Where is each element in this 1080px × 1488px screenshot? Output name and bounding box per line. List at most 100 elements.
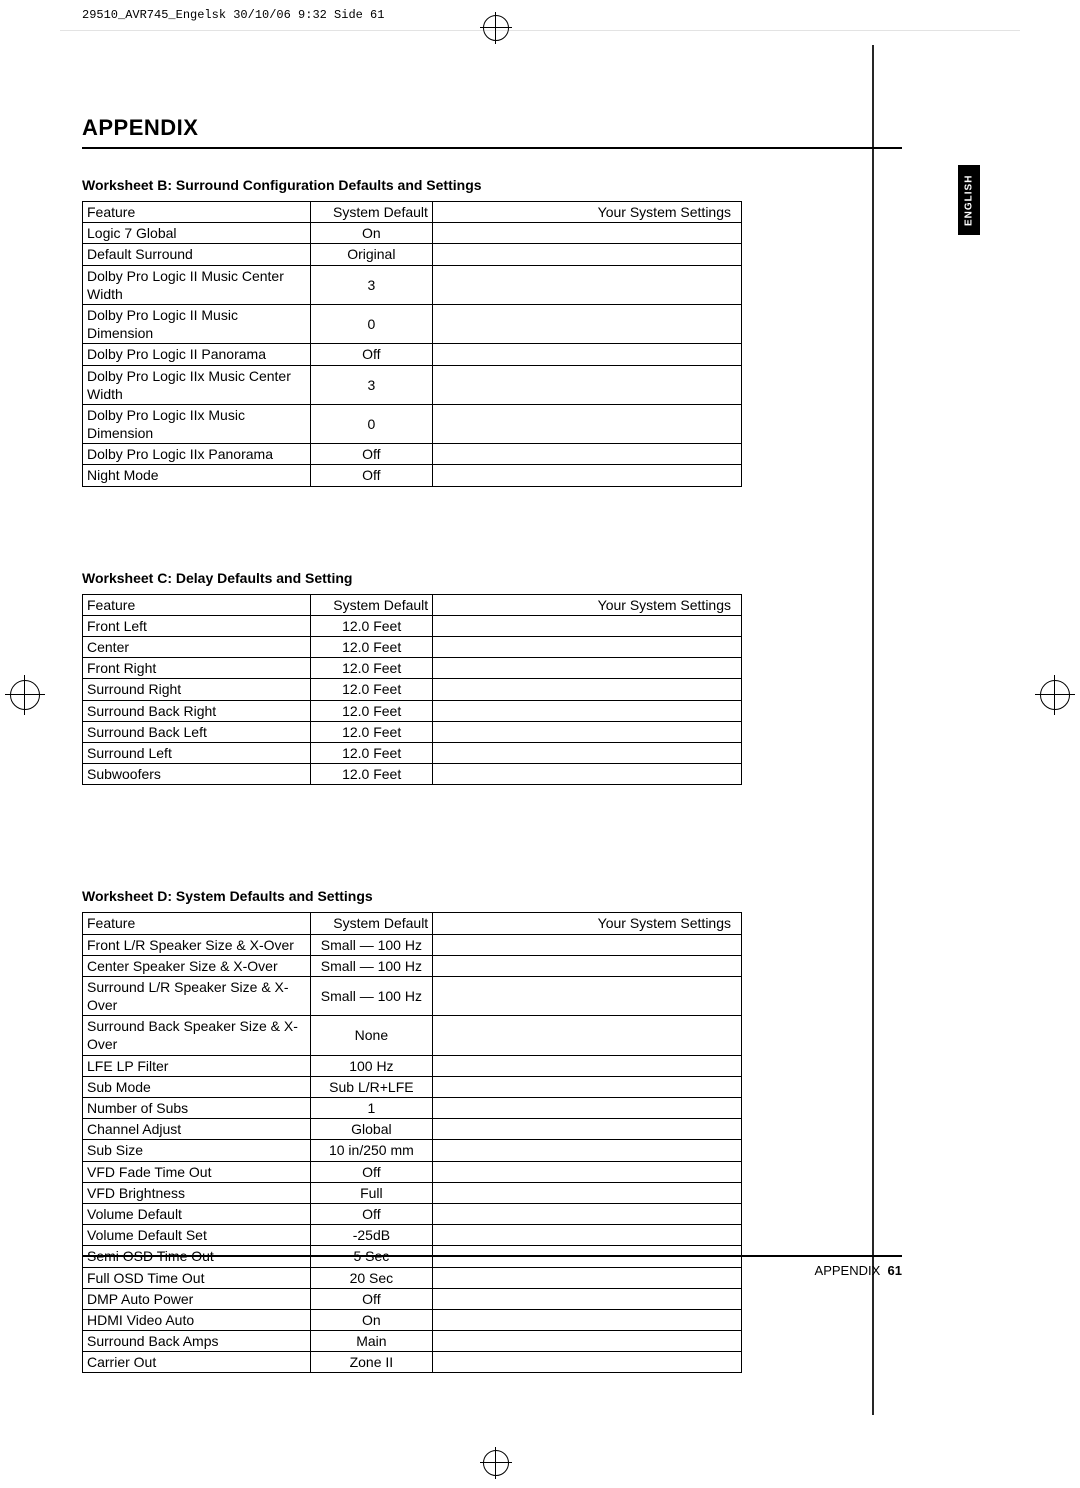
crop-mark-icon [483,1450,509,1476]
user-settings-cell [433,721,742,742]
table-row: Surround Right12.0 Feet [83,679,742,700]
user-settings-cell [432,404,741,443]
feature-cell: Surround Back Right [83,700,311,721]
feature-cell: Night Mode [83,465,311,486]
default-cell: 12.0 Feet [311,615,433,636]
header-default: System Default [310,202,432,223]
user-settings-cell [433,1140,742,1161]
print-metadata: 29510_AVR745_Engelsk 30/10/06 9:32 Side … [82,8,384,22]
user-settings-cell [433,615,742,636]
user-settings-cell [432,365,741,404]
worksheet-d-title: Worksheet D: System Defaults and Setting… [82,888,902,904]
footer-page-number-value: 61 [888,1263,902,1278]
feature-cell: VFD Brightness [83,1182,311,1203]
default-cell: 1 [310,1098,433,1119]
feature-cell: Dolby Pro Logic IIx Music Center Width [83,365,311,404]
user-settings-cell [433,1203,742,1224]
feature-cell: HDMI Video Auto [83,1309,311,1330]
default-cell: 12.0 Feet [311,764,433,785]
default-cell: On [310,1309,433,1330]
feature-cell: Surround Back Speaker Size & X-Over [83,1016,311,1055]
user-settings-cell [433,1076,742,1097]
user-settings-cell [433,658,742,679]
header-feature: Feature [83,202,311,223]
feature-cell: Channel Adjust [83,1119,311,1140]
user-settings-cell [433,700,742,721]
table-row: Dolby Pro Logic II Music Dimension0 [83,304,742,343]
table-header-row: Feature System Default Your System Setti… [83,594,742,615]
table-row: Night ModeOff [83,465,742,486]
default-cell: 12.0 Feet [311,742,433,763]
header-settings: Your System Settings [433,913,742,934]
crop-mark-icon [10,680,40,710]
default-cell: Off [310,465,432,486]
table-row: Dolby Pro Logic IIx Music Center Width3 [83,365,742,404]
table-row: Default SurroundOriginal [83,244,742,265]
user-settings-cell [433,1225,742,1246]
user-settings-cell [432,265,741,304]
table-row: Sub Size10 in/250 mm [83,1140,742,1161]
feature-cell: Surround Back Left [83,721,311,742]
table-row: Front Right12.0 Feet [83,658,742,679]
default-cell: Main [310,1331,433,1352]
feature-cell: VFD Fade Time Out [83,1161,311,1182]
default-cell: 3 [310,265,432,304]
default-cell: None [310,1016,433,1055]
default-cell: 100 Hz [310,1055,433,1076]
user-settings-cell [432,465,741,486]
table-row: Subwoofers12.0 Feet [83,764,742,785]
user-settings-cell [433,955,742,976]
table-row: Surround Back Speaker Size & X-OverNone [83,1016,742,1055]
default-cell: On [310,223,432,244]
table-row: Surround Back Right12.0 Feet [83,700,742,721]
default-cell: Sub L/R+LFE [310,1076,433,1097]
user-settings-cell [433,742,742,763]
header-default: System Default [311,594,433,615]
user-settings-cell [433,1352,742,1373]
header-settings: Your System Settings [432,202,741,223]
feature-cell: Dolby Pro Logic II Music Center Width [83,265,311,304]
default-cell: Full [310,1182,433,1203]
default-cell: 12.0 Feet [311,721,433,742]
section-heading: APPENDIX [82,115,902,149]
feature-cell: Surround Right [83,679,311,700]
user-settings-cell [433,637,742,658]
trim-line [60,30,1020,31]
worksheet-c-title: Worksheet C: Delay Defaults and Setting [82,570,902,586]
feature-cell: Sub Size [83,1140,311,1161]
language-tab: ENGLISH [958,165,980,235]
table-row: VFD BrightnessFull [83,1182,742,1203]
default-cell: 3 [310,365,432,404]
user-settings-cell [433,1331,742,1352]
user-settings-cell [433,1016,742,1055]
default-cell: Small — 100 Hz [310,934,433,955]
default-cell: 12.0 Feet [311,679,433,700]
feature-cell: Sub Mode [83,1076,311,1097]
user-settings-cell [433,1161,742,1182]
table-row: LFE LP Filter100 Hz [83,1055,742,1076]
feature-cell: Number of Subs [83,1098,311,1119]
feature-cell: Center Speaker Size & X-Over [83,955,311,976]
table-row: Front Left12.0 Feet [83,615,742,636]
user-settings-cell [432,344,741,365]
table-row: Sub ModeSub L/R+LFE [83,1076,742,1097]
feature-cell: Volume Default Set [83,1225,311,1246]
feature-cell: Center [83,637,311,658]
user-settings-cell [432,444,741,465]
feature-cell: Surround Left [83,742,311,763]
default-cell: Small — 100 Hz [310,976,433,1015]
feature-cell: Carrier Out [83,1352,311,1373]
feature-cell: Default Surround [83,244,311,265]
default-cell: Off [310,1203,433,1224]
feature-cell: Surround L/R Speaker Size & X-Over [83,976,311,1015]
table-row: Dolby Pro Logic IIx PanoramaOff [83,444,742,465]
user-settings-cell [432,244,741,265]
default-cell: Off [310,344,432,365]
header-feature: Feature [83,594,311,615]
user-settings-cell [433,1119,742,1140]
user-settings-cell [433,1309,742,1330]
table-row: HDMI Video AutoOn [83,1309,742,1330]
user-settings-cell [433,934,742,955]
table-row: Volume Default Set-25dB [83,1225,742,1246]
table-row: Surround Back Left12.0 Feet [83,721,742,742]
